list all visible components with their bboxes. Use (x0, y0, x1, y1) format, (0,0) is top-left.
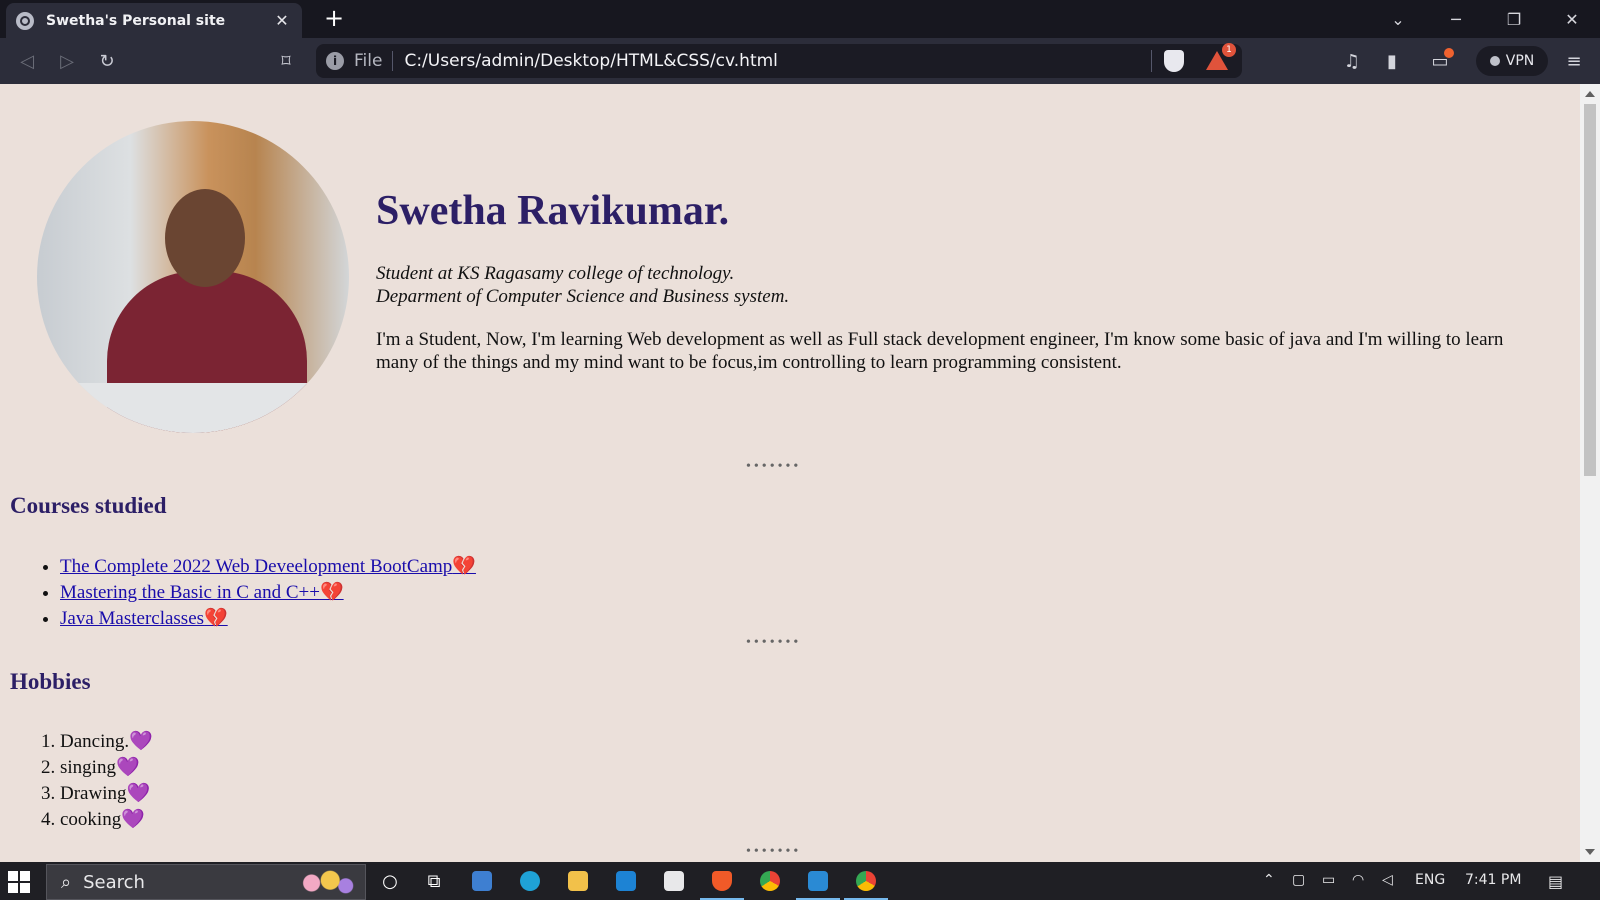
scroll-up-icon[interactable] (1585, 91, 1595, 97)
browser-tab-strip: Swetha's Personal site ✕ + ⌄ ─ ❐ ✕ (0, 0, 1600, 38)
chrome-icon[interactable] (852, 867, 880, 895)
wifi-icon[interactable]: ◠ (1352, 872, 1364, 888)
reload-button[interactable]: ↻ (92, 47, 122, 75)
role-text: Student at KS Ragasamy college of techno… (376, 262, 789, 308)
vpn-label: VPN (1505, 53, 1535, 69)
store-icon[interactable] (660, 867, 688, 895)
course-link[interactable]: Java Masterclasses💔 (60, 608, 228, 629)
minimize-button[interactable]: ─ (1428, 0, 1484, 38)
windows-start-icon[interactable] (8, 871, 30, 893)
divider (1151, 50, 1152, 72)
page-title: Swetha Ravikumar. (376, 188, 730, 234)
battery-icon[interactable]: ▭ (1322, 872, 1335, 888)
sidebar-icon[interactable]: ▮ (1378, 48, 1406, 74)
hobbies-heading: Hobbies (10, 669, 91, 694)
section-divider: ••••••• (746, 459, 802, 474)
meet-now-icon[interactable]: ▢ (1292, 872, 1305, 888)
forward-button[interactable]: ▷ (52, 47, 82, 75)
globe-icon (16, 11, 34, 30)
edge-icon[interactable] (516, 867, 544, 895)
broken-heart-icon: 💔 (204, 608, 228, 629)
back-button[interactable]: ◁ (12, 47, 42, 75)
list-item: Java Masterclasses💔 (60, 606, 476, 632)
role-line-department: Deparment of Computer Science and Busine… (376, 286, 790, 307)
search-placeholder: Search (83, 871, 145, 893)
course-link[interactable]: The Complete 2022 Web Deveelopment BootC… (60, 556, 476, 577)
cortana-icon[interactable]: ○ (376, 867, 404, 895)
broken-heart-icon: 💔 (319, 582, 344, 603)
list-item: Drawing💜 (60, 781, 153, 807)
window-close-button[interactable]: ✕ (1544, 0, 1600, 38)
task-view-icon[interactable]: ⧉ (420, 867, 448, 895)
list-item: The Complete 2022 Web Deveelopment BootC… (60, 554, 476, 580)
clock[interactable]: 7:41 PM (1465, 872, 1521, 888)
url-text[interactable]: C:/Users/admin/Desktop/HTML&CSS/cv.html (404, 51, 1151, 71)
list-item: singing💜 (60, 755, 153, 781)
vscode-icon[interactable] (804, 867, 832, 895)
menu-icon[interactable]: ≡ (1560, 48, 1588, 74)
tab-search-icon[interactable]: ⌄ (1370, 0, 1426, 38)
browser-toolbar: ◁ ▷ ↻ ⌑ i File C:/Users/admin/Desktop/HT… (0, 38, 1600, 84)
taskbar-search[interactable]: ⌕ Search (46, 864, 366, 900)
purple-heart-icon: 💜 (126, 783, 151, 804)
scrollbar-thumb[interactable] (1584, 104, 1596, 476)
show-hidden-icons-icon[interactable]: ⌃ (1263, 872, 1275, 888)
courses-heading: Courses studied (10, 493, 167, 518)
role-line-college: Student at KS Ragasamy college of techno… (376, 263, 735, 284)
search-highlight-icon (293, 869, 355, 897)
page-viewport: Swetha Ravikumar. Student at KS Ragasamy… (0, 84, 1580, 862)
scroll-down-icon[interactable] (1585, 849, 1595, 855)
bookmark-icon[interactable]: ⌑ (271, 47, 301, 75)
section-divider: ••••••• (746, 844, 802, 859)
site-info-icon[interactable]: i (326, 52, 344, 70)
hobbies-list: Dancing.💜 singing💜 Drawing💜 cooking💜 (60, 729, 153, 833)
widgets-icon[interactable] (468, 867, 496, 895)
language-indicator[interactable]: ENG (1415, 872, 1445, 888)
tab-title: Swetha's Personal site (46, 12, 226, 29)
scheme-label: File (354, 51, 394, 71)
list-item: Mastering the Basic in C and C++💔 (60, 580, 476, 606)
file-explorer-icon[interactable] (564, 867, 592, 895)
profile-photo (37, 121, 349, 433)
chrome-icon[interactable] (756, 867, 784, 895)
notifications-icon[interactable]: ▤ (1548, 872, 1563, 891)
courses-list: The Complete 2022 Web Deveelopment BootC… (60, 554, 476, 632)
bio-paragraph: I'm a Student, Now, I'm learning Web dev… (376, 329, 1504, 373)
media-icon[interactable]: ♫ (1338, 48, 1366, 74)
rewards-badge: 1 (1222, 43, 1236, 57)
broken-heart-icon: 💔 (452, 556, 476, 577)
browser-tab[interactable]: Swetha's Personal site ✕ (6, 3, 302, 38)
restore-button[interactable]: ❐ (1486, 0, 1542, 38)
vpn-button[interactable]: VPN (1476, 46, 1548, 76)
mail-icon[interactable] (612, 867, 640, 895)
list-item: cooking💜 (60, 807, 153, 833)
purple-heart-icon: 💜 (129, 731, 153, 752)
new-tab-button[interactable]: + (320, 5, 348, 31)
course-link[interactable]: Mastering the Basic in C and C++💔 (60, 582, 344, 603)
section-divider: ••••••• (746, 635, 802, 650)
page-scrollbar[interactable] (1580, 84, 1600, 862)
brave-rewards-icon[interactable]: 1 (1206, 43, 1236, 71)
vpn-status-icon (1489, 56, 1500, 66)
address-bar[interactable]: i File C:/Users/admin/Desktop/HTML&CSS/c… (316, 43, 1242, 78)
tab-close-icon[interactable]: ✕ (272, 11, 292, 30)
brave-icon[interactable] (708, 867, 736, 895)
brave-shields-icon[interactable] (1164, 50, 1184, 72)
purple-heart-icon: 💜 (121, 809, 145, 830)
list-item: Dancing.💜 (60, 729, 153, 755)
purple-heart-icon: 💜 (115, 757, 140, 778)
windows-taskbar: ⌕ Search ○ ⧉ ⌃ ▢ ▭ ◠ ◁ ENG 7:41 PM ▤ (0, 862, 1600, 900)
volume-icon[interactable]: ◁ (1382, 872, 1393, 888)
wallet-icon[interactable]: ▭ (1426, 48, 1454, 74)
search-icon: ⌕ (61, 871, 72, 893)
